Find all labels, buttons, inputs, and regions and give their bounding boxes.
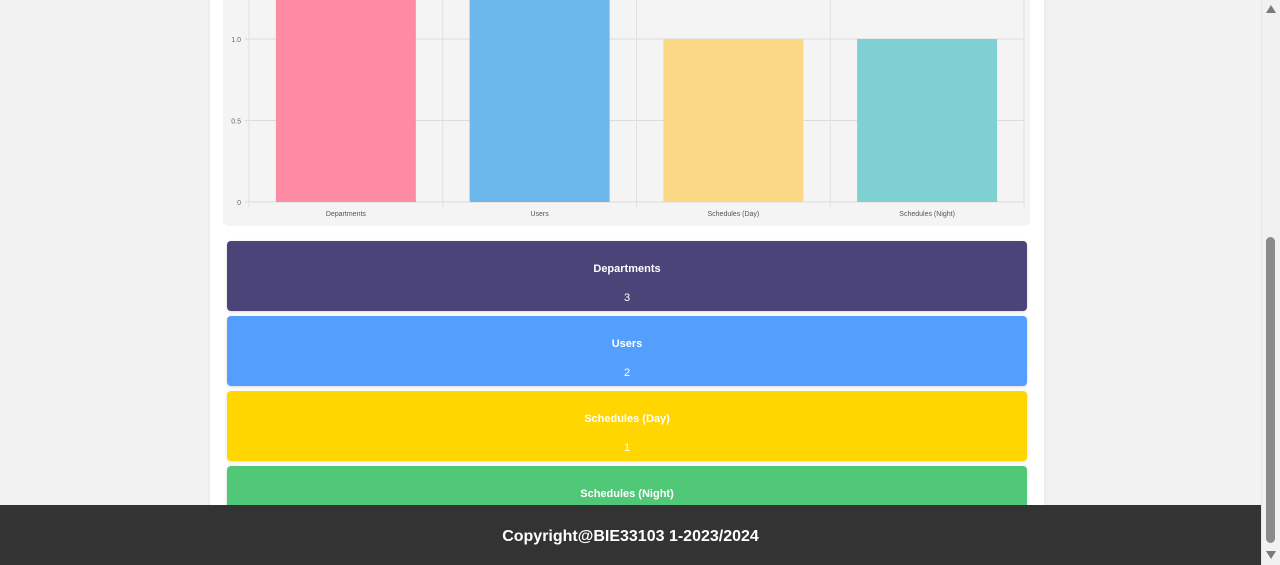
stat-card-schedules-day[interactable]: Schedules (Day) 1 — [227, 391, 1027, 461]
bar-departments — [275, 0, 416, 202]
y-tick-label: 1.0 — [231, 37, 241, 44]
x-tick-label: Schedules (Day) — [708, 211, 760, 218]
x-tick-label: Departments — [326, 211, 367, 218]
vertical-scrollbar[interactable] — [1261, 0, 1280, 565]
y-tick-label: 0.5 — [231, 119, 241, 126]
scroll-down-icon[interactable] — [1266, 551, 1276, 559]
y-tick-label: 0 — [237, 200, 241, 207]
stat-count-departments: 3 — [623, 292, 631, 304]
footer-copyright: Copyright@BIE33103 1-2023/2024 — [502, 528, 759, 545]
bar-schedules-day — [663, 39, 804, 202]
stat-label-users: Users — [611, 338, 643, 350]
stat-label-schedules-day: Schedules (Day) — [584, 413, 670, 425]
stat-label-schedules-night: Schedules (Night) — [580, 488, 674, 500]
scroll-up-icon[interactable] — [1266, 5, 1276, 13]
stat-count-users: 2 — [623, 367, 631, 379]
bar-chart: 0 0.5 1.0 Departments Users Schedules (Day) Sc… — [223, 0, 1030, 226]
stat-count-schedules-day: 1 — [623, 442, 631, 454]
footer: Copyright@BIE33103 1-2023/2024 — [0, 505, 1261, 565]
page: 0 0.5 1.0 Departments Users Schedules (Day) Sc… — [0, 0, 1261, 565]
x-tick-label: Schedules (Night) — [899, 211, 955, 218]
x-tick-label: Users — [530, 211, 549, 218]
bar-users — [469, 0, 610, 202]
stat-card-departments[interactable]: Departments 3 — [227, 241, 1027, 311]
bar-chart-svg: 0 0.5 1.0 Departments Users Schedules (Day) Sc… — [231, 0, 1025, 218]
scrollbar-thumb[interactable] — [1266, 237, 1275, 543]
stat-card-users[interactable]: Users 2 — [227, 316, 1027, 386]
stat-label-departments: Departments — [593, 263, 661, 275]
bar-schedules-night — [857, 39, 998, 202]
